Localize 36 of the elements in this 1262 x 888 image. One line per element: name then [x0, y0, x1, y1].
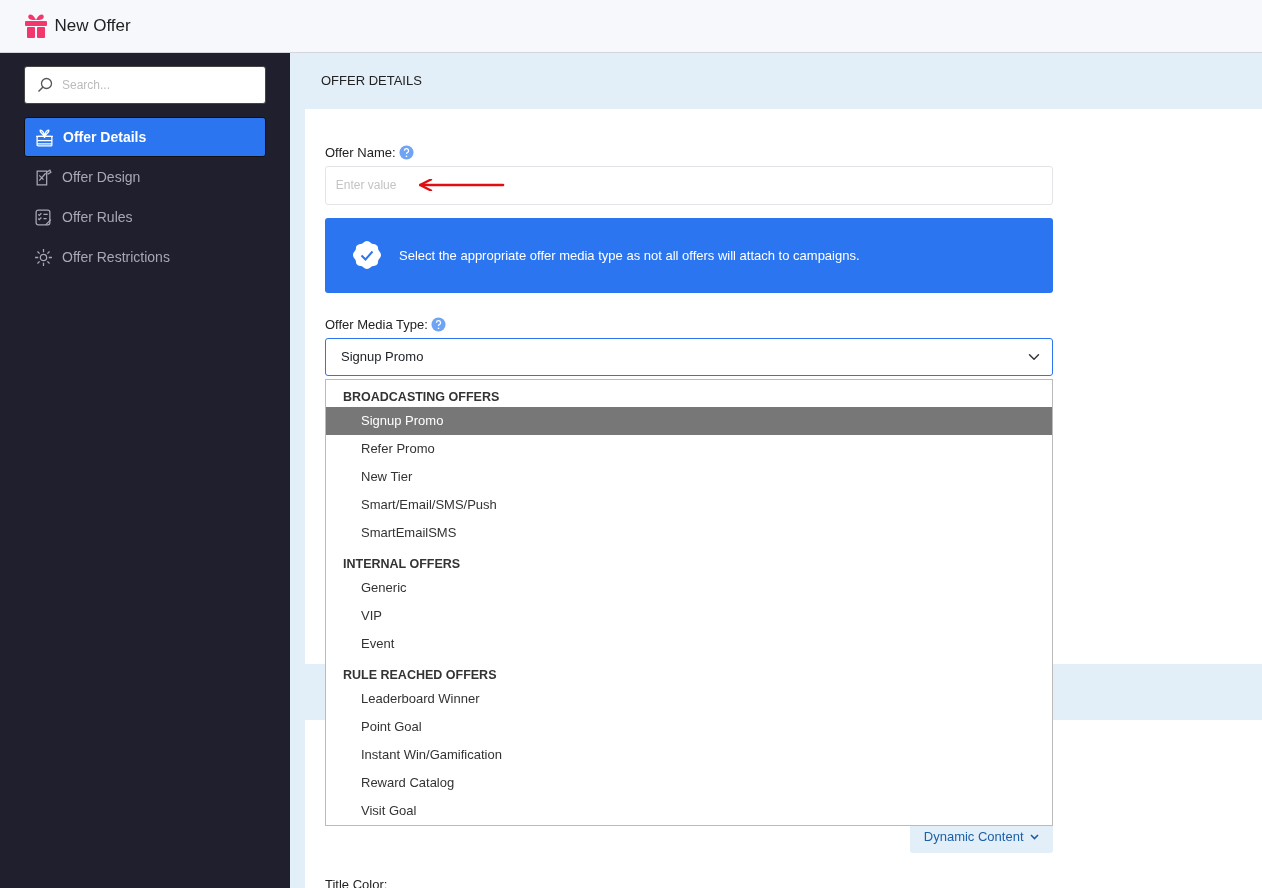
dropdown-option[interactable]: Refer Promo [326, 434, 1052, 463]
help-icon[interactable] [431, 317, 447, 332]
sidebar-item[interactable]: Offer Restrictions [24, 237, 266, 277]
input-field[interactable]: Enter value [325, 165, 1053, 205]
gear-icon [34, 247, 53, 267]
help-icon[interactable] [398, 145, 414, 161]
dropdown-option[interactable]: SmartEmailSMS [326, 518, 1052, 547]
sidebar-item[interactable]: Offer Design [24, 157, 266, 197]
dropdown-option[interactable]: Reward Catalog [326, 768, 1052, 797]
sidebar-item[interactable]: Offer Details [24, 117, 266, 157]
gift-icon [24, 13, 48, 39]
dropdown-option[interactable]: Signup Promo [326, 406, 1052, 435]
section-title: OFFER DETAILS [321, 72, 422, 91]
field-label: Offer Media Type: [325, 315, 428, 334]
banner-text: Select the appropriate offer media type as not all offers will attach to campaigns. [399, 246, 860, 265]
dropdown-option[interactable]: Generic [326, 573, 1052, 602]
dropdown-option[interactable]: Smart/Email/SMS/Push [326, 490, 1052, 519]
group-header: RULE REACHED OFFERS [342, 666, 498, 684]
select-field[interactable]: Signup Promo [325, 337, 1053, 376]
sidebar-item[interactable]: Offer Rules [24, 197, 266, 237]
dropdown-option[interactable]: VIP [326, 601, 1052, 630]
dropdown-option[interactable]: New Tier [326, 462, 1052, 491]
document-pen-icon [34, 167, 53, 187]
gift-box-icon [35, 127, 54, 147]
dropdown-option[interactable]: Leaderboard Winner [326, 684, 1052, 713]
field-label: Offer Name: [325, 144, 396, 162]
check-badge-icon [351, 239, 383, 272]
group-header: BROADCASTING OFFERS [342, 388, 501, 406]
page-title: New Offer [54, 15, 131, 37]
caret-icon [1030, 833, 1039, 840]
dropdown-option[interactable]: Event [326, 629, 1052, 658]
dropdown-option[interactable]: Instant Win/Gamification [326, 740, 1052, 769]
group-header: INTERNAL OFFERS [342, 555, 462, 573]
checklist-icon [34, 207, 53, 227]
search-field[interactable]: Search... [24, 66, 266, 104]
dropdown-option[interactable]: Point Goal [326, 712, 1052, 741]
